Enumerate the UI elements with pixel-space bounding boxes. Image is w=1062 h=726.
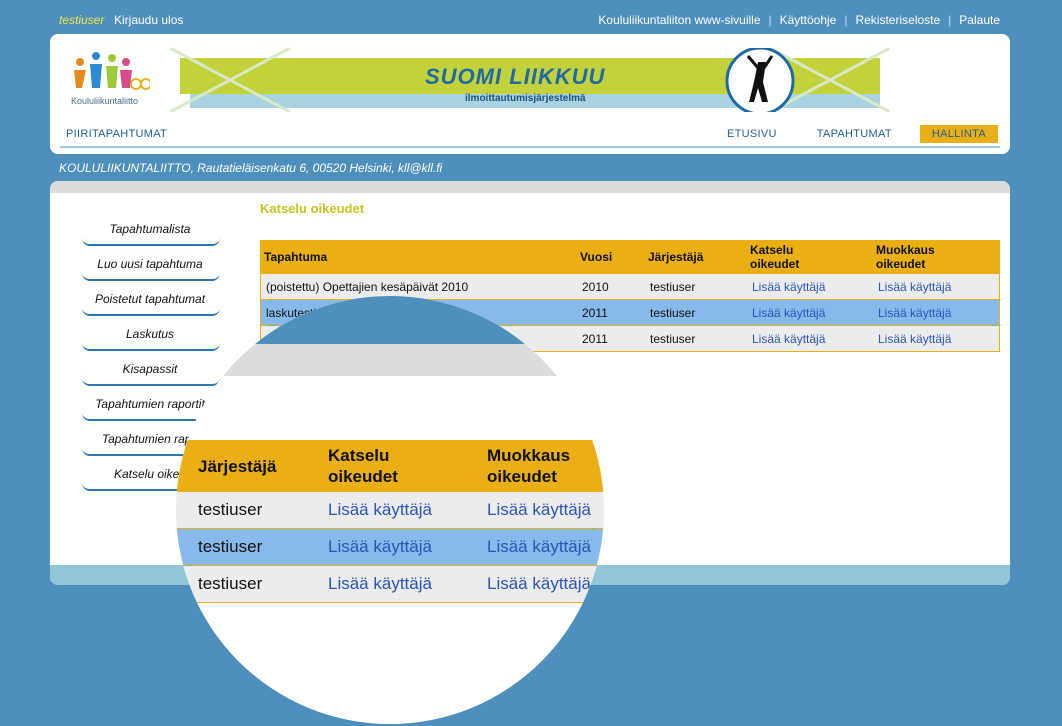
separator: | [768, 13, 772, 27]
view-header-line2: oikeudet [750, 257, 800, 271]
magnified-edit-line1: Muokkaus [487, 446, 571, 465]
logout-link[interactable]: Kirjaudu ulos [114, 13, 183, 27]
magnified-add-edit-user-link[interactable]: Lisää käyttäjä [465, 492, 604, 529]
magnified-row[interactable]: testiuser Lisää käyttäjä Lisää käyttäjä [176, 565, 604, 603]
page-title: Katselu oikeudet [260, 201, 365, 216]
magnified-add-view-user-link[interactable]: Lisää käyttäjä [306, 565, 465, 603]
user-guide-link[interactable]: Käyttöohje [780, 13, 837, 27]
nav-hallinta[interactable]: HALLINTA [919, 125, 998, 143]
nav-tapahtumat[interactable]: TAPAHTUMAT [805, 125, 904, 143]
magnified-row[interactable]: testiuser Lisää käyttäjä Lisää käyttäjä [176, 528, 604, 566]
add-edit-user-link[interactable]: Lisää käyttäjä [873, 273, 1000, 300]
nav-etusivu[interactable]: ETUSIVU [715, 125, 789, 143]
privacy-link[interactable]: Rekisteriseloste [855, 13, 940, 27]
view-header-line1: Katselu [750, 243, 794, 257]
column-header-year: Vuosi [577, 240, 645, 274]
username: testiuser [59, 13, 105, 27]
column-header-edit-rights: Muokkaus oikeudet [873, 240, 1000, 274]
event-organizer: testiuser [645, 325, 747, 352]
kll-website-link[interactable]: Koululiikuntaliiton www-sivuille [598, 13, 760, 27]
add-view-user-link[interactable]: Lisää käyttäjä [747, 273, 873, 300]
add-edit-user-link[interactable]: Lisää käyttäjä [873, 299, 1000, 326]
column-header-view-rights: Katselu oikeudet [747, 240, 873, 274]
edit-header-line2: oikeudet [876, 257, 926, 271]
header: Koululiikuntaliitto SUOMI LIIKKUU ilmoit… [50, 34, 1010, 154]
edit-header-line1: Muokkaus [876, 243, 935, 257]
magnified-header-organizer: Järjestäjä [176, 440, 306, 492]
feedback-link[interactable]: Palaute [959, 13, 1000, 27]
logo-text: Koululiikuntaliitto [71, 96, 139, 106]
magnified-organizer: testiuser [176, 528, 306, 566]
column-header-organizer: Järjestäjä [645, 240, 747, 274]
magnified-add-view-user-link[interactable]: Lisää käyttäjä [306, 492, 465, 529]
magnified-header-view: Katselu oikeudet [306, 440, 465, 492]
add-view-user-link[interactable]: Lisää käyttäjä [747, 325, 873, 352]
header-divider [60, 146, 1000, 148]
magnified-edit-line2: oikeudet [487, 467, 557, 486]
magnified-organizer: testiuser [176, 492, 306, 529]
banner-subtitle: ilmoittautumisjärjestelmä [465, 93, 586, 104]
magnified-view-line1: Katselu [328, 446, 390, 465]
magnified-add-edit-user-link[interactable]: Lisää käyttäjä [465, 565, 604, 603]
event-organizer: testiuser [645, 273, 747, 300]
add-edit-user-link[interactable]: Lisää käyttäjä [873, 325, 1000, 352]
organization-address: KOULULIIKUNTALIITTO, Rautatieläisenkatu … [59, 161, 443, 175]
magnifier-overlay: Järjestäjä Katselu oikeudet Muokkaus oikeu… [176, 296, 604, 724]
magnified-header-row: Järjestäjä Katselu oikeudet Muokkaus oikeu… [176, 440, 604, 492]
magnified-add-view-user-link[interactable]: Lisää käyttäjä [306, 528, 465, 566]
column-header-event: Tapahtuma [260, 240, 577, 274]
add-view-user-link[interactable]: Lisää käyttäjä [747, 299, 873, 326]
magnified-organizer: testiuser [176, 565, 306, 603]
magnified-view-line2: oikeudet [328, 467, 398, 486]
main-nav: ETUSIVU TAPAHTUMAT HALLINTA [699, 125, 998, 143]
table-header-row: Tapahtuma Vuosi Järjestäjä Katselu oikeud… [260, 240, 1000, 274]
magnified-table: Järjestäjä Katselu oikeudet Muokkaus oikeu… [176, 440, 604, 603]
nav-piiritapahtumat[interactable]: PIIRITAPAHTUMAT [66, 128, 167, 140]
top-bar: testiuser Kirjaudu ulos Koululiikuntalii… [0, 0, 1062, 34]
event-organizer: testiuser [645, 299, 747, 326]
main-top-strip [50, 181, 1010, 193]
top-links: Koululiikuntaliiton www-sivuille | Käytt… [598, 13, 1000, 27]
magnified-row[interactable]: testiuser Lisää käyttäjä Lisää käyttäjä [176, 492, 604, 529]
magnified-add-edit-user-link[interactable]: Lisää käyttäjä [465, 528, 604, 566]
banner-title: SUOMI LIIKKUU [425, 64, 606, 89]
magnifier-grey-strip [176, 344, 604, 376]
separator: | [948, 13, 952, 27]
sidebar-item-tapahtumalista[interactable]: Tapahtumalista [80, 217, 220, 252]
sidebar-item-luo-uusi-tapahtuma[interactable]: Luo uusi tapahtuma [80, 252, 220, 287]
separator: | [844, 13, 848, 27]
magnifier-background [176, 296, 604, 344]
magnified-header-edit: Muokkaus oikeudet [465, 440, 604, 492]
